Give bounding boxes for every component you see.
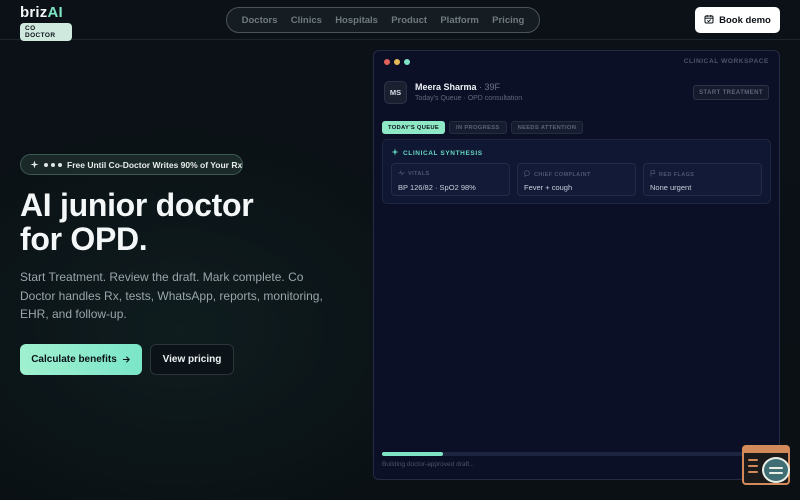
pulse-icon: [398, 170, 405, 178]
promo-text: Free Until Co-Doctor Writes 90% of Your …: [67, 159, 243, 170]
brand-logo[interactable]: brizAI CO DOCTOR: [20, 5, 72, 42]
flag-icon: [650, 170, 656, 179]
chief-complaint-card: CHIEF COMPLAINT Fever + cough: [517, 163, 636, 196]
brand-name-prefix: briz: [20, 4, 48, 21]
clinical-synthesis-card: CLINICAL SYNTHESIS VITALS BP 126/82 · Sp…: [382, 139, 771, 204]
patient-name: Meera Sharma: [415, 82, 477, 92]
chief-complaint-label: CHIEF COMPLAINT: [534, 171, 591, 178]
patient-age: 39F: [484, 82, 501, 92]
nav-link-platform[interactable]: Platform: [440, 15, 479, 26]
chat-bubble-icon: [524, 170, 531, 179]
calendar-icon: [704, 11, 714, 29]
draft-progress-bar: [382, 452, 773, 456]
arrow-right-icon: [122, 351, 131, 369]
book-demo-button[interactable]: Book demo: [695, 7, 780, 33]
workspace-label: CLINICAL WORKSPACE: [683, 58, 769, 65]
draft-progress-text: Building doctor-approved draft...: [382, 461, 475, 468]
view-pricing-label: View pricing: [162, 354, 222, 365]
start-treatment-button[interactable]: START TREATMENT: [693, 85, 769, 100]
nav-link-pricing[interactable]: Pricing: [492, 15, 524, 26]
patient-avatar: MS: [384, 81, 407, 104]
site-header: brizAI CO DOCTOR Doctors Clinics Hospita…: [0, 0, 800, 42]
clinical-workspace-panel: CLINICAL WORKSPACE MS Meera Sharma · 39F…: [373, 50, 780, 480]
hero-title-line2: for OPD.: [20, 221, 148, 257]
patient-subtitle: Today's Queue · OPD consultation: [415, 95, 523, 102]
brand-name-suffix: AI: [47, 4, 63, 21]
synthesis-title: CLINICAL SYNTHESIS: [403, 149, 483, 157]
red-flags-card: RED FLAGS None urgent: [643, 163, 762, 196]
draft-progress-fill: [382, 452, 443, 456]
nav-link-doctors[interactable]: Doctors: [242, 15, 278, 26]
vitals-value: BP 126/82 · SpO2 98%: [398, 183, 476, 192]
panel-titlebar: CLINICAL WORKSPACE: [374, 51, 779, 73]
synthesis-header: CLINICAL SYNTHESIS: [391, 148, 483, 158]
view-pricing-button[interactable]: View pricing: [150, 344, 234, 375]
sparkle-icon: [391, 148, 399, 158]
brand-badge: CO DOCTOR: [20, 23, 72, 41]
nav-link-clinics[interactable]: Clinics: [291, 15, 322, 26]
sparkle-icon: [30, 156, 39, 174]
promo-pill: Free Until Co-Doctor Writes 90% of Your …: [20, 154, 243, 175]
dots-icon: [44, 162, 62, 167]
window-dot-green: [404, 59, 410, 65]
queue-tabs: TODAY'S QUEUE IN PROGRESS NEEDS ATTENTIO…: [382, 121, 584, 134]
red-flags-label: RED FLAGS: [659, 171, 695, 178]
hero-title-line1: AI junior doctor: [20, 187, 254, 223]
chat-widget-button[interactable]: [742, 445, 790, 485]
window-dot-yellow: [394, 59, 400, 65]
chief-complaint-value: Fever + cough: [524, 183, 573, 192]
patient-name-line: Meera Sharma · 39F: [415, 82, 500, 92]
vitals-card: VITALS BP 126/82 · SpO2 98%: [391, 163, 510, 196]
hero-title: AI junior doctor for OPD.: [20, 187, 254, 257]
name-separator: ·: [476, 82, 485, 92]
vitals-label: VITALS: [408, 171, 430, 177]
window-dot-red: [384, 59, 390, 65]
synthesis-cards: VITALS BP 126/82 · SpO2 98% CHIEF COMPLA…: [391, 163, 762, 196]
tab-in-progress[interactable]: IN PROGRESS: [449, 121, 507, 134]
nav-link-hospitals[interactable]: Hospitals: [335, 15, 378, 26]
red-flags-value: None urgent: [650, 183, 692, 192]
tab-todays-queue[interactable]: TODAY'S QUEUE: [382, 121, 446, 134]
chat-bubble-icon: [762, 457, 790, 483]
nav-link-product[interactable]: Product: [391, 15, 427, 26]
calculate-benefits-label: Calculate benefits: [31, 354, 117, 365]
book-demo-label: Book demo: [719, 14, 771, 26]
tab-needs-attention[interactable]: NEEDS ATTENTION: [510, 121, 584, 134]
main-nav: Doctors Clinics Hospitals Product Platfo…: [226, 7, 540, 33]
hero-description: Start Treatment. Review the draft. Mark …: [20, 270, 323, 321]
calculate-benefits-button[interactable]: Calculate benefits: [20, 344, 142, 375]
